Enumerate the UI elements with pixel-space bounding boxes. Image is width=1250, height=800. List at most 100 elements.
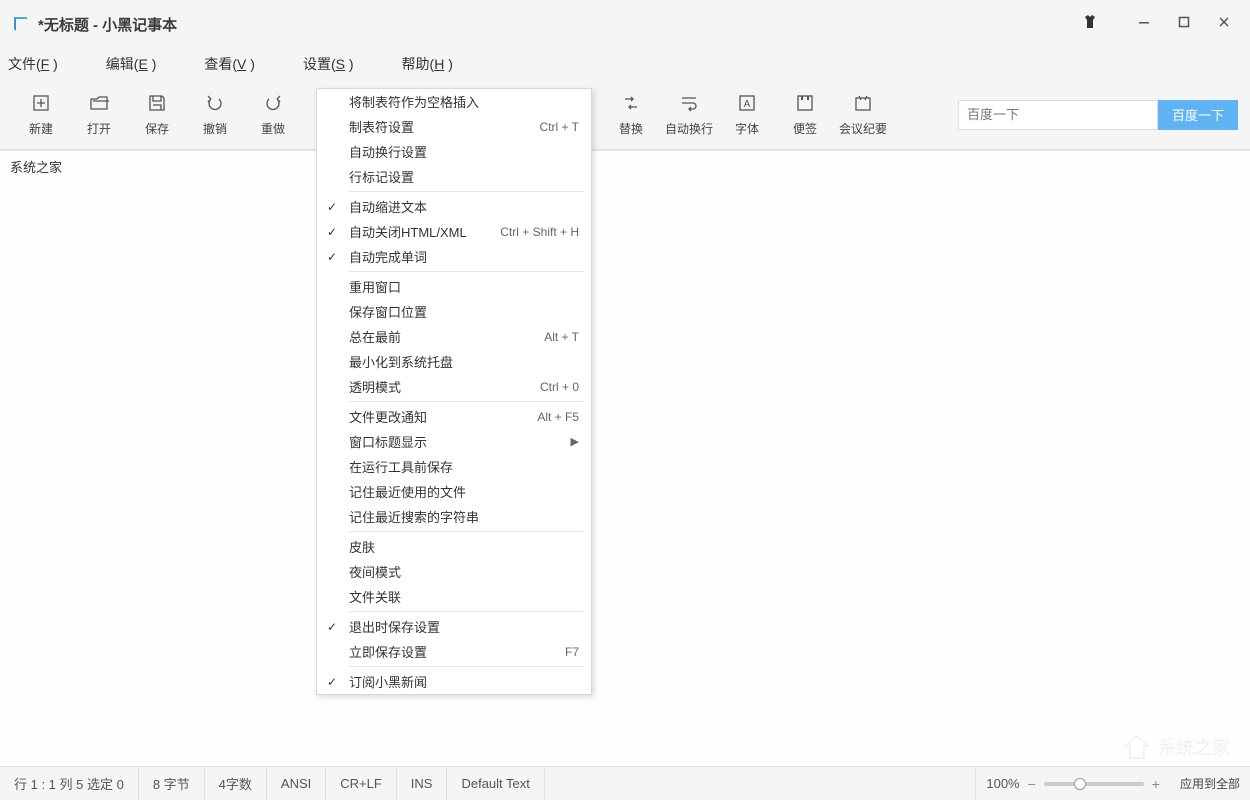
dropdown-shortcut: F7 bbox=[565, 645, 579, 659]
status-mode[interactable]: INS bbox=[397, 767, 448, 800]
tool-label: 自动换行 bbox=[665, 120, 713, 137]
zoom-in-icon[interactable]: + bbox=[1152, 776, 1160, 792]
dropdown-item[interactable]: 制表符设置Ctrl + T bbox=[317, 114, 591, 139]
zoom-out-icon[interactable]: − bbox=[1028, 776, 1036, 792]
dropdown-item-label: 自动关闭HTML/XML bbox=[349, 222, 467, 241]
dropdown-item-label: 重用窗口 bbox=[349, 277, 401, 296]
status-chars[interactable]: 4字数 bbox=[205, 767, 267, 800]
undo-button[interactable]: 撤销 bbox=[186, 87, 244, 143]
zoom-slider[interactable] bbox=[1044, 782, 1144, 786]
tool-label: 便签 bbox=[793, 120, 817, 137]
status-bytes[interactable]: 8 字节 bbox=[139, 767, 205, 800]
check-icon: ✓ bbox=[327, 250, 337, 264]
dropdown-item[interactable]: 将制表符作为空格插入 bbox=[317, 89, 591, 114]
meeting-button[interactable]: 会议纪要 bbox=[834, 87, 892, 143]
new-button[interactable]: 新建 bbox=[12, 87, 70, 143]
menu-settings[interactable]: 设置(S ) bbox=[303, 54, 354, 74]
redo-button[interactable]: 重做 bbox=[244, 87, 302, 143]
dropdown-item[interactable]: 重用窗口 bbox=[317, 274, 591, 299]
dropdown-item[interactable]: 自动换行设置 bbox=[317, 139, 591, 164]
dropdown-item-label: 文件关联 bbox=[349, 587, 401, 606]
status-position[interactable]: 行 1 : 1 列 5 选定 0 bbox=[0, 767, 139, 800]
meeting-icon bbox=[852, 92, 874, 114]
dropdown-item[interactable]: 保存窗口位置 bbox=[317, 299, 591, 324]
dropdown-item[interactable]: 立即保存设置 F7 bbox=[317, 639, 591, 664]
dropdown-item-label: 立即保存设置 bbox=[349, 642, 427, 661]
note-button[interactable]: 便签 bbox=[776, 87, 834, 143]
dropdown-item[interactable]: 记住最近使用的文件 bbox=[317, 479, 591, 504]
redo-icon bbox=[262, 92, 284, 114]
font-button[interactable]: A 字体 bbox=[718, 87, 776, 143]
window-title: *无标题 - 小黑记事本 bbox=[38, 14, 1082, 35]
dropdown-item-label: 记住最近搜索的字符串 bbox=[349, 507, 479, 526]
font-icon: A bbox=[736, 92, 758, 114]
dropdown-item-label: 总在最前 bbox=[349, 327, 401, 346]
dropdown-item[interactable]: 记住最近搜索的字符串 bbox=[317, 504, 591, 529]
dropdown-item[interactable]: ✓退出时保存设置 bbox=[317, 614, 591, 639]
zoom-control: 100% − + bbox=[976, 776, 1170, 792]
dropdown-item[interactable]: 最小化到系统托盘 bbox=[317, 349, 591, 374]
tool-label: 替换 bbox=[619, 120, 643, 137]
menu-file[interactable]: 文件(F ) bbox=[8, 54, 58, 74]
app-icon bbox=[12, 15, 30, 33]
dropdown-item-label: 在运行工具前保存 bbox=[349, 457, 453, 476]
dropdown-item-label: 行标记设置 bbox=[349, 167, 414, 186]
editor-content: 系统之家 bbox=[10, 160, 62, 175]
tool-label: 撤销 bbox=[203, 120, 227, 137]
open-button[interactable]: 打开 bbox=[70, 87, 128, 143]
dropdown-item[interactable]: 总在最前 Alt + T bbox=[317, 324, 591, 349]
dropdown-item[interactable]: 皮肤 bbox=[317, 534, 591, 559]
replace-icon bbox=[620, 92, 642, 114]
settings-dropdown: 将制表符作为空格插入制表符设置Ctrl + T自动换行设置行标记设置✓自动缩进文… bbox=[316, 88, 592, 695]
editor-area[interactable]: 系统之家 bbox=[0, 150, 1250, 766]
dropdown-shortcut: Alt + T bbox=[544, 330, 579, 344]
save-button[interactable]: 保存 bbox=[128, 87, 186, 143]
minimize-icon[interactable] bbox=[1138, 15, 1150, 33]
dropdown-item[interactable]: 夜间模式 bbox=[317, 559, 591, 584]
search-button[interactable]: 百度一下 bbox=[1158, 100, 1238, 130]
dropdown-item[interactable]: ✓自动缩进文本 bbox=[317, 194, 591, 219]
maximize-icon[interactable] bbox=[1178, 15, 1190, 33]
save-icon bbox=[146, 92, 168, 114]
tool-label: 保存 bbox=[145, 120, 169, 137]
status-lang[interactable]: Default Text bbox=[447, 767, 544, 800]
dropdown-item[interactable]: 在运行工具前保存 bbox=[317, 454, 591, 479]
close-icon[interactable] bbox=[1218, 15, 1230, 33]
dropdown-item[interactable]: ✓自动关闭HTML/XMLCtrl + Shift + H bbox=[317, 219, 591, 244]
dropdown-item-label: 自动换行设置 bbox=[349, 142, 427, 161]
dropdown-item[interactable]: 文件关联 bbox=[317, 584, 591, 609]
status-lineend[interactable]: CR+LF bbox=[326, 767, 397, 800]
tool-label: 新建 bbox=[29, 120, 53, 137]
dropdown-item-label: 自动缩进文本 bbox=[349, 197, 427, 216]
search-input[interactable] bbox=[958, 100, 1158, 130]
tool-label: 打开 bbox=[87, 120, 111, 137]
menu-view[interactable]: 查看(V ) bbox=[204, 54, 255, 74]
theme-icon[interactable] bbox=[1082, 14, 1098, 35]
dropdown-item[interactable]: 文件更改通知Alt + F5 bbox=[317, 404, 591, 429]
dropdown-item[interactable]: ✓ 自动完成单词 bbox=[317, 244, 591, 269]
status-encoding[interactable]: ANSI bbox=[267, 767, 326, 800]
dropdown-item-label: 皮肤 bbox=[349, 537, 375, 556]
dropdown-item-label: 自动完成单词 bbox=[349, 247, 427, 266]
dropdown-item[interactable]: 行标记设置 bbox=[317, 164, 591, 189]
menu-help[interactable]: 帮助(H ) bbox=[402, 54, 453, 74]
dropdown-item-label: 记住最近使用的文件 bbox=[349, 482, 466, 501]
dropdown-item[interactable]: 透明模式Ctrl + 0 bbox=[317, 374, 591, 399]
search-wrap: 百度一下 bbox=[958, 100, 1238, 130]
replace-button[interactable]: 替换 bbox=[602, 87, 660, 143]
zoom-value: 100% bbox=[986, 776, 1019, 791]
toolbar: 新建 打开 保存 撤销 重做 替换 自动换行 A 字体 便签 会议纪要 百度一下 bbox=[0, 80, 1250, 150]
dropdown-item-label: 保存窗口位置 bbox=[349, 302, 427, 321]
dropdown-item[interactable]: 窗口标题显示▶ bbox=[317, 429, 591, 454]
dropdown-item-label: 退出时保存设置 bbox=[349, 617, 440, 636]
dropdown-item-label: 透明模式 bbox=[349, 377, 401, 396]
new-icon bbox=[30, 92, 52, 114]
dropdown-item-label: 订阅小黑新闻 bbox=[349, 672, 427, 691]
dropdown-shortcut: Ctrl + T bbox=[540, 120, 579, 134]
window-controls bbox=[1138, 15, 1230, 33]
dropdown-item[interactable]: ✓订阅小黑新闻 bbox=[317, 669, 591, 694]
menu-edit[interactable]: 编辑(E ) bbox=[106, 54, 157, 74]
tool-label: 重做 bbox=[261, 120, 285, 137]
apply-all-button[interactable]: 应用到全部 bbox=[1170, 775, 1250, 792]
wrap-button[interactable]: 自动换行 bbox=[660, 87, 718, 143]
